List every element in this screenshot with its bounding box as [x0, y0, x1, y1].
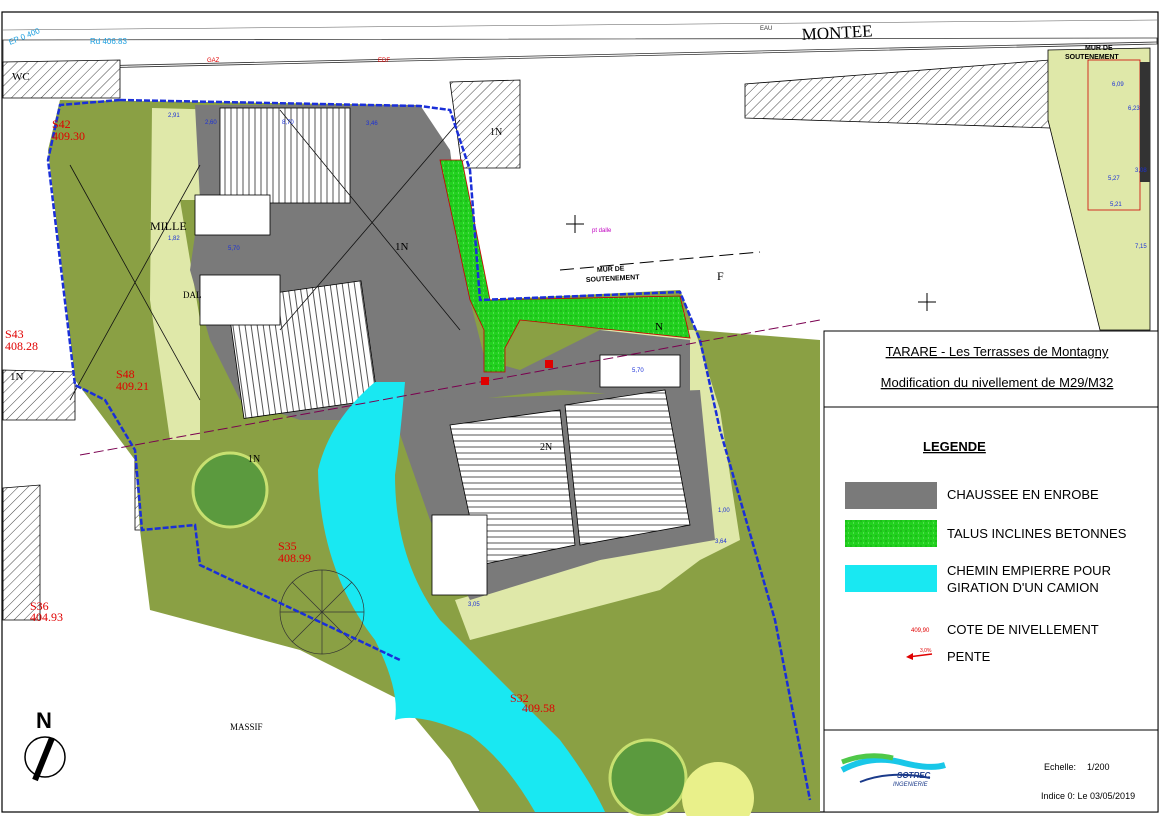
legend-sample-level: 409,90 [911, 628, 930, 634]
dim-715: 7,15 [1135, 244, 1147, 250]
massif-label: MASSIF [230, 722, 263, 732]
wc-label: WC [12, 71, 30, 83]
dim-305: 3,05 [468, 602, 480, 608]
legend-swatch-talus [845, 520, 937, 547]
tree-bottom [608, 738, 688, 816]
level-s43-value: 408.28 [5, 339, 38, 353]
rd-label: Rd 406.83 [90, 37, 127, 46]
dim-308: 3,08 [1135, 168, 1147, 174]
hatched-wall-top [449, 79, 521, 169]
annex-box-4 [431, 514, 488, 596]
spiral-stair [279, 569, 365, 655]
n-label: N [655, 321, 663, 333]
2n-label: 2N [540, 442, 552, 453]
wall-right-label-2: SOUTENEMENT [1065, 54, 1119, 61]
revision-label: Indice 0: Le 03/05/2019 [1041, 791, 1135, 801]
dim-870: 8,70 [282, 120, 294, 126]
legend-label-slope: PENTE [947, 649, 991, 664]
level-s32-value: 409.58 [522, 701, 555, 715]
f-label: F [717, 269, 724, 283]
annex-box [199, 274, 281, 326]
1n-label-b: 1N [490, 127, 502, 138]
legend-label-path-1: CHEMIN EMPIERRE POUR [947, 563, 1111, 578]
dim-570b: 5,70 [632, 368, 644, 374]
dal-label: DAL [183, 290, 202, 300]
dim-260: 2,60 [205, 120, 217, 126]
dim-623: 6,23 [1128, 106, 1140, 112]
edf-label: EDF [378, 58, 390, 64]
road-label: MONTEE [801, 21, 873, 44]
annex-box-2 [194, 194, 271, 236]
level-s42-value: 409.30 [52, 129, 85, 143]
level-s36-value: 404.93 [30, 610, 63, 624]
wall-label-1: MUR DE [597, 266, 625, 274]
dim-521: 5,21 [1110, 202, 1122, 208]
legend-label-level: COTE DE NIVELLEMENT [947, 622, 1099, 637]
subject-title: Modification du nivellement de M29/M32 [881, 375, 1114, 390]
dim-527: 5,27 [1108, 176, 1120, 182]
mille-label: MILLE [150, 219, 187, 233]
legend-label-path-2: GIRATION D'UN CAMION [947, 580, 1099, 595]
svg-text:N: N [36, 708, 52, 733]
scale-label: Echelle: [1044, 762, 1076, 772]
wall-right-label-1: MUR DE [1085, 45, 1113, 52]
1n-label-d: 1N [248, 454, 260, 465]
eau-label: EAU [760, 26, 772, 32]
svg-text:INGENIERIE: INGENIERIE [893, 782, 929, 788]
dim-291: 2,91 [168, 113, 180, 119]
dim-364: 3,64 [715, 539, 727, 545]
1n-label-c: 1N [10, 371, 24, 383]
dim-182: 1,82 [168, 236, 180, 242]
legend-label-paving: CHAUSSEE EN ENROBE [947, 487, 1099, 502]
1n-label-a: 1N [395, 241, 409, 253]
legend-label-talus: TALUS INCLINES BETONNES [947, 526, 1127, 541]
dim-100: 1,00 [718, 508, 730, 514]
dim-346: 3,46 [366, 121, 378, 127]
legend-swatch-path [845, 565, 937, 592]
legend-swatch-paving [845, 482, 937, 509]
pt-dalle-label: pt dalle [592, 228, 612, 234]
level-s35-value: 408.99 [278, 551, 311, 565]
svg-text:SOTREC: SOTREC [897, 771, 931, 780]
site-plan: MONTEE MILLE MASSIF WC DAL 1N 1N 1N 1N 2… [1, 11, 1159, 816]
gaz-label: GAZ [207, 58, 220, 64]
project-title: TARARE - Les Terrasses de Montagny [886, 344, 1109, 359]
level-s48-value: 409.21 [116, 379, 149, 393]
dim-609: 6,09 [1112, 82, 1124, 88]
legend-sample-slope: 3,0% [920, 648, 932, 654]
dim-570a: 5,70 [228, 246, 240, 252]
legend-heading: LEGENDE [923, 439, 986, 454]
scale-value: 1/200 [1087, 762, 1110, 772]
